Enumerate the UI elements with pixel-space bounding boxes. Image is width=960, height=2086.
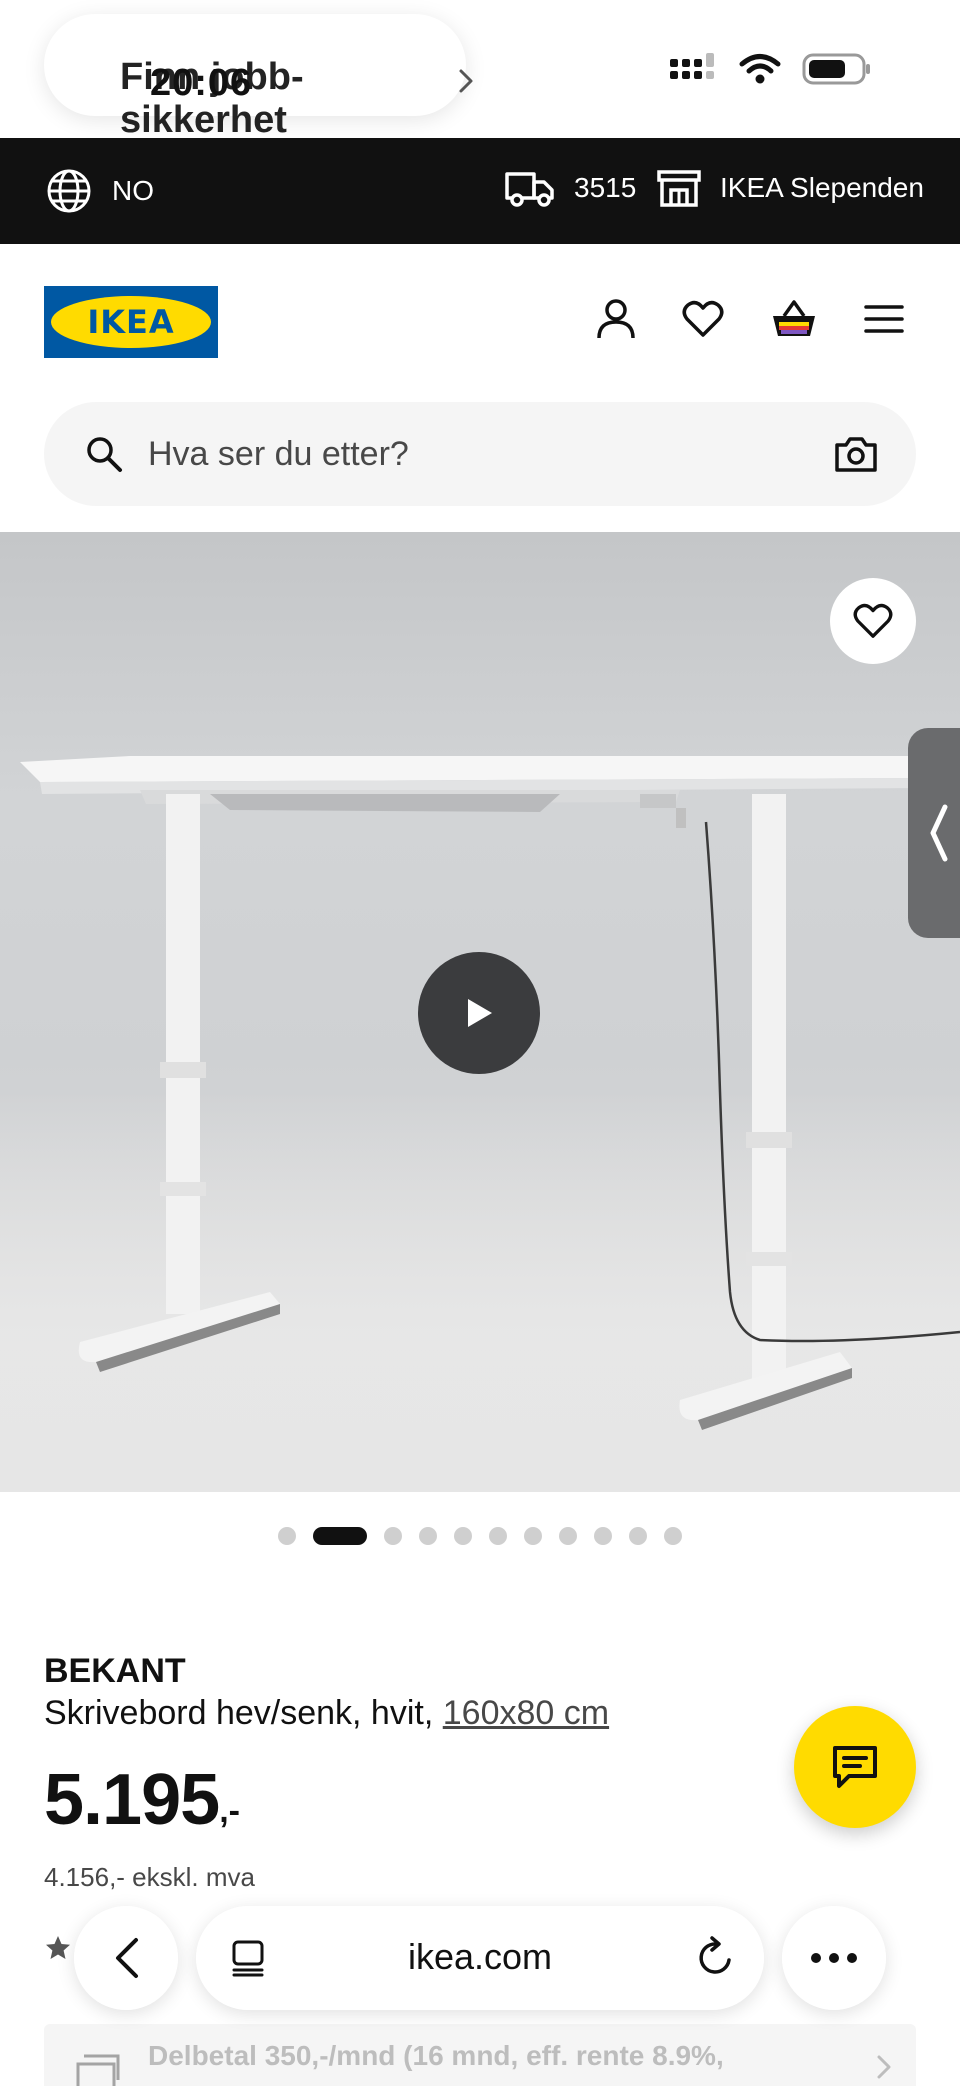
pagination-dot[interactable] [594,1527,612,1545]
top-info-bar: NO 3515 IKEA Slependen [0,138,960,244]
pagination-dot[interactable] [454,1527,472,1545]
heart-icon[interactable] [682,300,724,338]
price-main: 5.195 [44,1760,220,1840]
search-icon [87,437,122,472]
pagination-dot[interactable] [629,1527,647,1545]
product-description: Skrivebord hev/senk, hvit, 160x80 cm [44,1694,609,1733]
user-icon[interactable] [596,298,636,340]
status-pill[interactable]: Finn jobb-sikkerhet 20:06 [44,14,473,141]
add-to-favourites-button[interactable] [830,578,916,664]
side-drawer-handle[interactable] [908,728,960,938]
more-icon [811,1953,857,1963]
chevron-left-icon [116,1938,138,1978]
heart-icon [853,603,893,638]
price-ex-vat: 4.156,- ekskl. mva [44,1862,255,1892]
store-label: IKEA Slependen [720,172,924,203]
status-bar: Finn jobb-sikkerhet 20:06 [0,0,960,141]
wifi-icon [739,54,781,84]
language-label: NO [112,175,154,206]
search-input[interactable] [148,424,788,484]
product-description-text: Skrivebord hev/senk, hvit, [44,1694,434,1732]
search-bar[interactable] [44,402,916,506]
battery-icon [802,53,870,85]
pagination-dot[interactable] [559,1527,577,1545]
camera-icon[interactable] [834,434,878,474]
chat-button[interactable] [794,1706,916,1828]
postal-code-label: 3515 [574,172,637,203]
pagination-dot[interactable] [419,1527,437,1545]
chevron-right-icon [877,2055,891,2079]
reload-icon[interactable] [696,1936,736,1978]
financing-text: Delbetal 350,-/mnd (16 mnd, eff. rente 8… [148,2040,724,2071]
product-brand: BEKANT [44,1652,186,1690]
browser-more-button[interactable] [782,1906,886,2010]
browser-address-bar[interactable]: ikea.com [196,1906,764,2010]
browser-url[interactable]: ikea.com [196,1936,764,1978]
delivery-truck-icon [505,172,554,207]
pagination-dot[interactable] [489,1527,507,1545]
language-selector[interactable]: NO [46,168,154,214]
store-icon [657,170,701,207]
signal-icon [670,53,714,79]
product-image-gallery[interactable] [0,532,960,1492]
play-video-button[interactable] [418,952,540,1074]
pagination-dot[interactable] [278,1527,296,1545]
browser-back-button[interactable] [74,1906,178,2010]
rating-stars[interactable] [44,1934,72,1962]
chevron-left-icon [930,804,948,862]
logo-text: IKEA [87,303,175,341]
site-header: IKEA [0,244,960,394]
product-size-link[interactable]: 160x80 cm [443,1694,609,1732]
menu-icon[interactable] [864,304,904,334]
delivery-postal-code[interactable]: 3515 [504,168,636,208]
status-time: 20:06 [150,62,253,104]
ikea-logo[interactable]: IKEA [44,286,218,358]
chevron-right-icon [459,69,473,93]
status-icons [670,52,872,86]
financing-banner[interactable]: Delbetal 350,-/mnd (16 mnd, eff. rente 8… [44,2024,916,2086]
pagination-dot-active[interactable] [313,1527,367,1545]
payment-icon [76,2054,120,2086]
logo-oval: IKEA [51,296,211,348]
product-price: 5.195 ,- [44,1764,240,1836]
pagination-dot[interactable] [384,1527,402,1545]
play-icon [468,999,492,1027]
globe-icon [47,169,91,213]
price-suffix: ,- [219,1792,240,1830]
gallery-pagination [0,1526,960,1546]
chat-icon [833,1746,877,1788]
pagination-dot[interactable] [664,1527,682,1545]
header-actions [596,298,904,340]
shopping-bag-icon[interactable] [770,298,818,340]
store-selector[interactable]: IKEA Slependen [656,168,924,208]
pagination-dot[interactable] [524,1527,542,1545]
star-icon [46,1936,70,1959]
